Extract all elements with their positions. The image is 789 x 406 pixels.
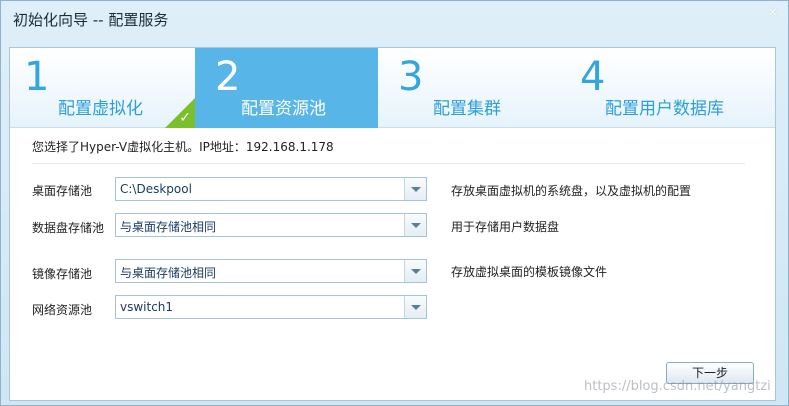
image-pool-desc: 存放虚拟桌面的模板镜像文件 [451,265,608,279]
chevron-down-icon[interactable] [404,178,426,200]
data-disk-pool-label: 数据盘存储池 [32,221,105,235]
image-pool-label: 镜像存储池 [32,267,93,281]
title-bar: 初始化向导 -- 配置服务 × [1,1,788,37]
data-disk-pool-select[interactable]: 与桌面存储池相同 [115,213,427,237]
watermark: https://blog.csdn.net/yangtzi [584,379,771,394]
data-disk-pool-value: 与桌面存储池相同 [120,220,217,234]
chevron-down-icon[interactable] [404,214,426,236]
step-label: 配置虚拟化 [58,99,143,119]
step-label: 配置资源池 [241,99,326,119]
network-pool-value: vswitch1 [120,300,174,314]
step-configure-virtualization[interactable]: 1 配置虚拟化 ✓ [10,48,195,128]
step-configure-user-database[interactable]: 4 配置用户数据库 [568,48,775,128]
chevron-down-icon[interactable] [404,260,426,282]
step-label: 配置用户数据库 [605,99,724,119]
wizard-content: 1 配置虚拟化 ✓ 2 配置资源池 3 配置集群 4 配置用户数据库 您选择了H… [9,47,776,401]
desktop-pool-value: C:\Deskpool [120,182,192,196]
step-label: 配置集群 [433,99,501,119]
checkmark-icon: ✓ [179,110,191,126]
wizard-window: 初始化向导 -- 配置服务 × 1 配置虚拟化 ✓ 2 配置资源池 3 配置集群… [0,0,789,406]
data-disk-pool-desc: 用于存储用户数据盘 [451,220,560,234]
image-pool-value: 与桌面存储池相同 [120,266,217,280]
step-configure-cluster[interactable]: 3 配置集群 [378,48,568,128]
desktop-pool-select[interactable]: C:\Deskpool [115,177,427,201]
desktop-pool-label: 桌面存储池 [32,184,93,198]
network-pool-select[interactable]: vswitch1 [115,295,427,319]
step-number: 2 [215,54,241,100]
step-number: 1 [24,54,50,100]
close-icon[interactable]: × [767,5,778,20]
chevron-down-icon[interactable] [404,296,426,318]
desktop-pool-desc: 存放桌面虚拟机的系统盘，以及虚拟机的配置 [451,184,692,198]
host-info-text: 您选择了Hyper-V虚拟化主机。IP地址：192.168.1.178 [32,140,334,154]
step-configure-resource-pool[interactable]: 2 配置资源池 [195,48,378,128]
image-pool-select[interactable]: 与桌面存储池相同 [115,259,427,283]
step-number: 3 [398,54,424,100]
network-pool-label: 网络资源池 [32,303,93,317]
divider [32,163,745,164]
window-title: 初始化向导 -- 配置服务 [13,11,169,29]
step-number: 4 [580,54,606,100]
step-bar: 1 配置虚拟化 ✓ 2 配置资源池 3 配置集群 4 配置用户数据库 [10,48,775,128]
